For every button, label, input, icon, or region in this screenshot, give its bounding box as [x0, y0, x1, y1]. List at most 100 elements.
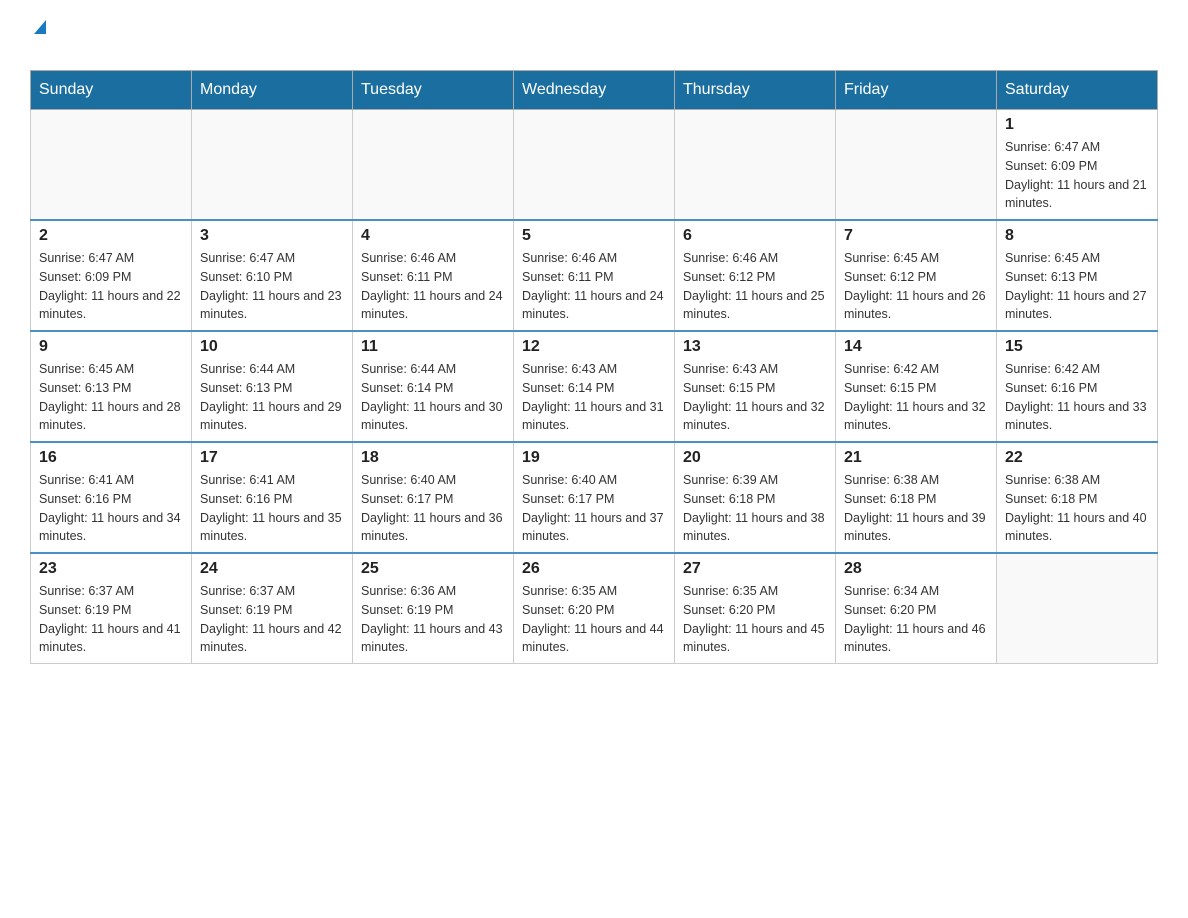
calendar-day-cell: [836, 110, 997, 221]
calendar-day-cell: 1 Sunrise: 6:47 AM Sunset: 6:09 PM Daylig…: [997, 110, 1158, 221]
calendar-day-cell: 7 Sunrise: 6:45 AM Sunset: 6:12 PM Daylig…: [836, 220, 997, 331]
calendar-day-cell: 6 Sunrise: 6:46 AM Sunset: 6:12 PM Daylig…: [675, 220, 836, 331]
calendar-day-cell: 9 Sunrise: 6:45 AM Sunset: 6:13 PM Daylig…: [31, 331, 192, 442]
day-number: 5: [522, 227, 666, 245]
calendar-day-cell: 22 Sunrise: 6:38 AM Sunset: 6:18 PM Dayli…: [997, 442, 1158, 553]
day-info: Sunrise: 6:46 AM Sunset: 6:11 PM Dayligh…: [361, 249, 505, 324]
day-info: Sunrise: 6:47 AM Sunset: 6:10 PM Dayligh…: [200, 249, 344, 324]
calendar-day-cell: 27 Sunrise: 6:35 AM Sunset: 6:20 PM Dayli…: [675, 553, 836, 664]
calendar-day-cell: 10 Sunrise: 6:44 AM Sunset: 6:13 PM Dayli…: [192, 331, 353, 442]
day-info: Sunrise: 6:40 AM Sunset: 6:17 PM Dayligh…: [361, 471, 505, 546]
calendar-week-row: 9 Sunrise: 6:45 AM Sunset: 6:13 PM Daylig…: [31, 331, 1158, 442]
calendar-day-cell: 26Sunrise: 6:35 AM Sunset: 6:20 PM Dayli…: [514, 553, 675, 664]
day-info: Sunrise: 6:47 AM Sunset: 6:09 PM Dayligh…: [39, 249, 183, 324]
calendar-week-row: 23 Sunrise: 6:37 AM Sunset: 6:19 PM Dayli…: [31, 553, 1158, 664]
day-info: Sunrise: 6:42 AM Sunset: 6:16 PM Dayligh…: [1005, 360, 1149, 435]
calendar-day-cell: 28 Sunrise: 6:34 AM Sunset: 6:20 PM Dayli…: [836, 553, 997, 664]
weekday-header-sunday: Sunday: [31, 71, 192, 110]
day-number: 23: [39, 560, 183, 578]
calendar-day-cell: 11 Sunrise: 6:44 AM Sunset: 6:14 PM Dayli…: [353, 331, 514, 442]
calendar-day-cell: 3 Sunrise: 6:47 AM Sunset: 6:10 PM Daylig…: [192, 220, 353, 331]
day-number: 24: [200, 560, 344, 578]
day-info: Sunrise: 6:38 AM Sunset: 6:18 PM Dayligh…: [844, 471, 988, 546]
day-number: 27: [683, 560, 827, 578]
day-number: 2: [39, 227, 183, 245]
day-number: 21: [844, 449, 988, 467]
day-info: Sunrise: 6:44 AM Sunset: 6:13 PM Dayligh…: [200, 360, 344, 435]
day-number: 25: [361, 560, 505, 578]
day-info: Sunrise: 6:43 AM Sunset: 6:14 PM Dayligh…: [522, 360, 666, 435]
day-number: 9: [39, 338, 183, 356]
day-info: Sunrise: 6:34 AM Sunset: 6:20 PM Dayligh…: [844, 582, 988, 657]
calendar-day-cell: 19Sunrise: 6:40 AM Sunset: 6:17 PM Dayli…: [514, 442, 675, 553]
page-header: [30, 20, 1158, 60]
calendar-day-cell: 2 Sunrise: 6:47 AM Sunset: 6:09 PM Daylig…: [31, 220, 192, 331]
day-number: 15: [1005, 338, 1149, 356]
calendar-day-cell: 17 Sunrise: 6:41 AM Sunset: 6:16 PM Dayli…: [192, 442, 353, 553]
day-info: Sunrise: 6:36 AM Sunset: 6:19 PM Dayligh…: [361, 582, 505, 657]
weekday-header-row: SundayMondayTuesdayWednesdayThursdayFrid…: [31, 71, 1158, 110]
calendar-day-cell: [514, 110, 675, 221]
day-info: Sunrise: 6:45 AM Sunset: 6:12 PM Dayligh…: [844, 249, 988, 324]
day-number: 4: [361, 227, 505, 245]
day-number: 20: [683, 449, 827, 467]
calendar-table: SundayMondayTuesdayWednesdayThursdayFrid…: [30, 70, 1158, 664]
day-number: 1: [1005, 116, 1149, 134]
calendar-week-row: 1 Sunrise: 6:47 AM Sunset: 6:09 PM Daylig…: [31, 110, 1158, 221]
day-number: 14: [844, 338, 988, 356]
weekday-header-friday: Friday: [836, 71, 997, 110]
calendar-day-cell: 15 Sunrise: 6:42 AM Sunset: 6:16 PM Dayli…: [997, 331, 1158, 442]
day-number: 8: [1005, 227, 1149, 245]
day-info: Sunrise: 6:45 AM Sunset: 6:13 PM Dayligh…: [39, 360, 183, 435]
day-number: 13: [683, 338, 827, 356]
calendar-week-row: 16 Sunrise: 6:41 AM Sunset: 6:16 PM Dayli…: [31, 442, 1158, 553]
day-info: Sunrise: 6:39 AM Sunset: 6:18 PM Dayligh…: [683, 471, 827, 546]
day-info: Sunrise: 6:45 AM Sunset: 6:13 PM Dayligh…: [1005, 249, 1149, 324]
day-info: Sunrise: 6:37 AM Sunset: 6:19 PM Dayligh…: [39, 582, 183, 657]
calendar-day-cell: 5 Sunrise: 6:46 AM Sunset: 6:11 PM Daylig…: [514, 220, 675, 331]
day-info: Sunrise: 6:47 AM Sunset: 6:09 PM Dayligh…: [1005, 138, 1149, 213]
logo: [30, 20, 46, 60]
weekday-header-wednesday: Wednesday: [514, 71, 675, 110]
day-number: 12: [522, 338, 666, 356]
day-info: Sunrise: 6:38 AM Sunset: 6:18 PM Dayligh…: [1005, 471, 1149, 546]
day-info: Sunrise: 6:44 AM Sunset: 6:14 PM Dayligh…: [361, 360, 505, 435]
day-info: Sunrise: 6:43 AM Sunset: 6:15 PM Dayligh…: [683, 360, 827, 435]
day-info: Sunrise: 6:41 AM Sunset: 6:16 PM Dayligh…: [39, 471, 183, 546]
day-number: 3: [200, 227, 344, 245]
calendar-day-cell: [192, 110, 353, 221]
day-number: 7: [844, 227, 988, 245]
day-info: Sunrise: 6:46 AM Sunset: 6:12 PM Dayligh…: [683, 249, 827, 324]
day-info: Sunrise: 6:37 AM Sunset: 6:19 PM Dayligh…: [200, 582, 344, 657]
calendar-day-cell: 24 Sunrise: 6:37 AM Sunset: 6:19 PM Dayli…: [192, 553, 353, 664]
day-info: Sunrise: 6:35 AM Sunset: 6:20 PM Dayligh…: [522, 582, 666, 657]
calendar-day-cell: 8 Sunrise: 6:45 AM Sunset: 6:13 PM Daylig…: [997, 220, 1158, 331]
calendar-day-cell: 4 Sunrise: 6:46 AM Sunset: 6:11 PM Daylig…: [353, 220, 514, 331]
calendar-day-cell: 16 Sunrise: 6:41 AM Sunset: 6:16 PM Dayli…: [31, 442, 192, 553]
day-info: Sunrise: 6:42 AM Sunset: 6:15 PM Dayligh…: [844, 360, 988, 435]
calendar-day-cell: 18 Sunrise: 6:40 AM Sunset: 6:17 PM Dayli…: [353, 442, 514, 553]
day-number: 10: [200, 338, 344, 356]
day-number: 28: [844, 560, 988, 578]
day-info: Sunrise: 6:41 AM Sunset: 6:16 PM Dayligh…: [200, 471, 344, 546]
day-number: 18: [361, 449, 505, 467]
weekday-header-thursday: Thursday: [675, 71, 836, 110]
calendar-day-cell: 23 Sunrise: 6:37 AM Sunset: 6:19 PM Dayli…: [31, 553, 192, 664]
day-info: Sunrise: 6:46 AM Sunset: 6:11 PM Dayligh…: [522, 249, 666, 324]
calendar-day-cell: 25 Sunrise: 6:36 AM Sunset: 6:19 PM Dayli…: [353, 553, 514, 664]
weekday-header-monday: Monday: [192, 71, 353, 110]
day-info: Sunrise: 6:35 AM Sunset: 6:20 PM Dayligh…: [683, 582, 827, 657]
weekday-header-tuesday: Tuesday: [353, 71, 514, 110]
day-number: 11: [361, 338, 505, 356]
day-number: 6: [683, 227, 827, 245]
day-number: 16: [39, 449, 183, 467]
calendar-day-cell: [31, 110, 192, 221]
day-number: 22: [1005, 449, 1149, 467]
calendar-day-cell: 21 Sunrise: 6:38 AM Sunset: 6:18 PM Dayli…: [836, 442, 997, 553]
calendar-day-cell: 13 Sunrise: 6:43 AM Sunset: 6:15 PM Dayli…: [675, 331, 836, 442]
day-number: 17: [200, 449, 344, 467]
weekday-header-saturday: Saturday: [997, 71, 1158, 110]
calendar-day-cell: [675, 110, 836, 221]
calendar-week-row: 2 Sunrise: 6:47 AM Sunset: 6:09 PM Daylig…: [31, 220, 1158, 331]
calendar-day-cell: 12 Sunrise: 6:43 AM Sunset: 6:14 PM Dayli…: [514, 331, 675, 442]
